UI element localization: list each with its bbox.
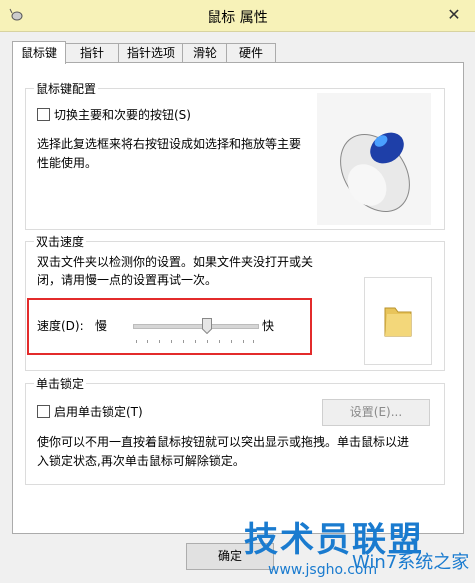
click-lock-label: 启用单击锁定(T) bbox=[54, 405, 143, 419]
mouse-image bbox=[317, 93, 431, 225]
highlight-box bbox=[27, 298, 312, 355]
swap-description-line1: 选择此复选框来将右按钮设成如选择和拖放等主要 bbox=[37, 137, 302, 151]
click-lock-description-line1: 使你可以不用一直按着鼠标按钮就可以突出显示或拖拽。单击鼠标以进 bbox=[37, 435, 410, 449]
click-lock-description-line2: 入锁定状态,再次单击鼠标可解除锁定。 bbox=[37, 454, 245, 468]
tab-buttons[interactable]: 鼠标键 bbox=[12, 41, 66, 64]
tab-hardware[interactable]: 硬件 bbox=[226, 43, 276, 63]
double-click-title: 双击速度 bbox=[34, 233, 87, 250]
swap-description-line2: 性能使用。 bbox=[37, 156, 98, 170]
button-config-title: 鼠标键配置 bbox=[34, 80, 99, 97]
click-lock-option[interactable]: 启用单击锁定(T) bbox=[37, 402, 143, 422]
title-bar: 鼠标 属性 ✕ bbox=[0, 0, 475, 32]
click-lock-settings-button[interactable]: 设置(E)... bbox=[322, 399, 430, 426]
test-folder-area[interactable] bbox=[364, 277, 432, 365]
folder-icon bbox=[384, 307, 412, 337]
swap-buttons-option[interactable]: 切换主要和次要的按钮(S) bbox=[37, 105, 191, 125]
close-icon[interactable]: ✕ bbox=[441, 4, 467, 26]
tab-wheel[interactable]: 滑轮 bbox=[182, 43, 228, 63]
tab-pointers[interactable]: 指针 bbox=[64, 43, 120, 63]
swap-buttons-checkbox[interactable] bbox=[37, 108, 50, 121]
swap-buttons-label: 切换主要和次要的按钮(S) bbox=[54, 108, 191, 122]
double-click-description-line2: 闭，请用慢一点的设置再试一次。 bbox=[37, 273, 218, 287]
window-title: 鼠标 属性 bbox=[207, 10, 268, 26]
click-lock-title: 单击锁定 bbox=[34, 375, 87, 392]
click-lock-checkbox[interactable] bbox=[37, 405, 50, 418]
double-click-description-line1: 双击文件夹以检测你的设置。如果文件夹没打开或关 bbox=[37, 255, 314, 269]
watermark-site-text: www.jsgho.com bbox=[268, 562, 378, 578]
tab-pointer-options[interactable]: 指针选项 bbox=[118, 43, 184, 63]
